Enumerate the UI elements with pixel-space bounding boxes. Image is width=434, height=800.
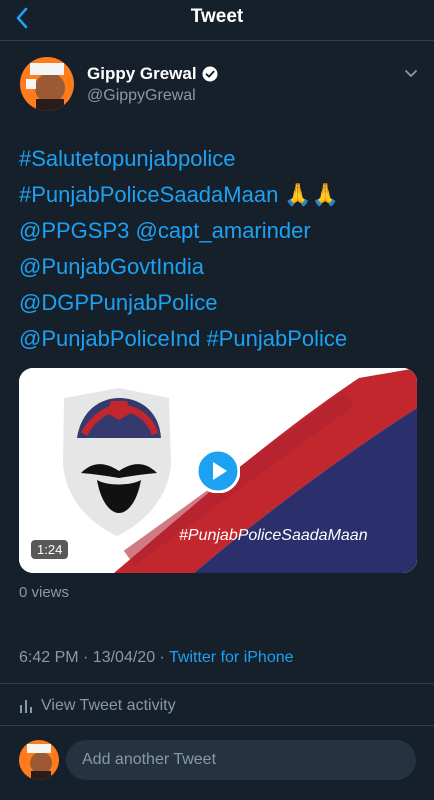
reply-box[interactable] [66, 740, 416, 780]
author-handle[interactable]: @GippyGrewal [87, 87, 196, 105]
reply-avatar[interactable] [19, 740, 59, 780]
tweet-text-line[interactable]: @DGPPunjabPolice [19, 285, 419, 321]
divider [0, 725, 434, 726]
activity-label: View Tweet activity [41, 697, 176, 714]
tweet-meta: 6:42 PM · 13/04/20 · Twitter for iPhone [19, 649, 294, 667]
tweet-text-line[interactable]: @PunjabGovtIndia [19, 249, 419, 285]
page-title: Tweet [190, 6, 244, 27]
tweet-text-line[interactable]: @PunjabPoliceInd #PunjabPolice [19, 321, 419, 357]
video-player[interactable]: #PunjabPoliceSaadaMaan 1:24 [19, 368, 417, 573]
author-name: Gippy Grewal [87, 64, 197, 83]
tweet-text: #Salutetopunjabpolice #PunjabPoliceSaada… [19, 141, 419, 357]
avatar[interactable] [20, 57, 74, 111]
activity-chart-icon [20, 700, 32, 713]
divider [0, 683, 434, 684]
chevron-down-icon[interactable] [403, 66, 419, 82]
top-bar: Tweet [0, 0, 434, 41]
tweet-text-line[interactable]: @PPGSP3 @capt_amarinder [19, 213, 419, 249]
video-duration: 1:24 [31, 540, 69, 559]
play-icon[interactable] [196, 449, 240, 493]
tweet-timestamp: 6:42 PM · 13/04/20 · [19, 649, 170, 666]
tweet-text-line[interactable]: #Salutetopunjabpolice [19, 141, 419, 177]
view-tweet-activity[interactable]: View Tweet activity [19, 697, 176, 715]
author-name-row[interactable]: Gippy Grewal [87, 64, 218, 84]
video-overlay-text: #PunjabPoliceSaadaMaan [179, 527, 368, 544]
view-count: 0 views [19, 584, 70, 601]
tweet-source[interactable]: Twitter for iPhone [169, 649, 294, 666]
verified-badge-icon [202, 66, 218, 82]
tweet-text-line[interactable]: #PunjabPoliceSaadaMaan 🙏🙏 [19, 177, 419, 213]
reply-input[interactable] [66, 740, 416, 780]
